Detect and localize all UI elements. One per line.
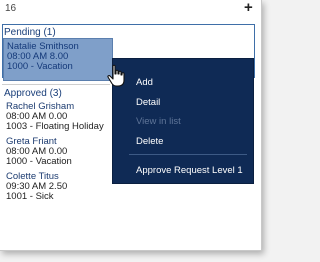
menu-item-deny[interactable]: Deny bbox=[136, 183, 158, 194]
context-menu: Add Detail View in list Delete Approve R… bbox=[112, 58, 254, 194]
day-number: 16 bbox=[5, 3, 17, 14]
request-card[interactable]: Greta Friant 08:00 AM 0.00 1000 - Vacati… bbox=[6, 137, 112, 167]
menu-item-detail[interactable]: Detail bbox=[136, 97, 160, 108]
request-code: 1003 - Floating Holiday bbox=[6, 121, 104, 132]
request-card[interactable]: Colette Titus 09:30 AM 2.50 1001 - Sick bbox=[6, 172, 112, 202]
hand-cursor-icon bbox=[107, 64, 125, 87]
menu-item-delete[interactable]: Delete bbox=[136, 136, 163, 147]
day-header: 16 + bbox=[0, 0, 261, 16]
request-code: 1001 - Sick bbox=[6, 191, 54, 202]
menu-separator bbox=[129, 154, 247, 155]
menu-item-view-in-list: View in list bbox=[136, 116, 181, 127]
request-code: 1000 - Vacation bbox=[7, 61, 73, 72]
request-code: 1000 - Vacation bbox=[6, 156, 72, 167]
pending-group-title[interactable]: Pending (1) bbox=[4, 27, 56, 38]
request-card[interactable]: Rachel Grisham 08:00 AM 0.00 1003 - Floa… bbox=[6, 102, 112, 132]
add-icon[interactable]: + bbox=[244, 0, 253, 16]
approved-group-title[interactable]: Approved (3) bbox=[4, 88, 62, 99]
menu-item-approve-level-1[interactable]: Approve Request Level 1 bbox=[136, 165, 243, 176]
menu-item-add[interactable]: Add bbox=[136, 77, 153, 88]
selected-request-card[interactable]: Natalie Smithson 08:00 AM 8.00 1000 - Va… bbox=[3, 38, 113, 81]
group-divider bbox=[2, 84, 110, 85]
